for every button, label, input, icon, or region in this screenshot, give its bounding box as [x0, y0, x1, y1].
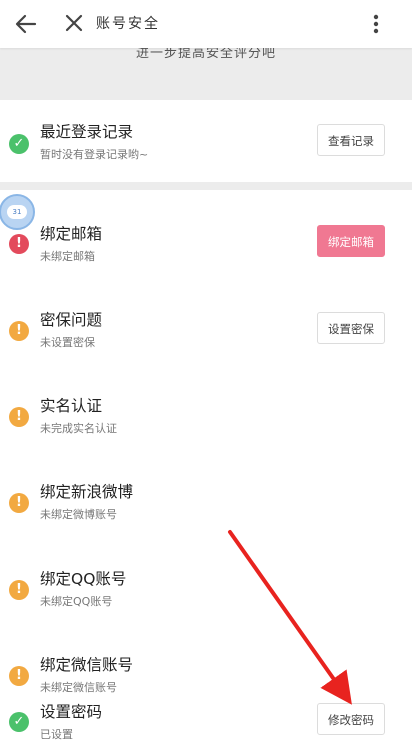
close-icon[interactable]: [60, 9, 88, 37]
exclamation-icon: !: [9, 321, 29, 341]
row-title: 绑定新浪微博: [40, 483, 134, 501]
row-title: 最近登录记录: [40, 123, 134, 141]
exclamation-icon: !: [9, 234, 29, 254]
check-icon: ✓: [9, 712, 29, 732]
exclamation-icon: !: [9, 493, 29, 513]
row-subtitle: 未绑定邮箱: [40, 250, 95, 263]
set-security-question-button[interactable]: 设置密保: [317, 312, 385, 344]
login-record-card: ✓ 最近登录记录 暂时没有登录记录哟~ 查看记录: [0, 100, 412, 182]
arrow-left-icon[interactable]: [10, 8, 42, 40]
row-set-password: ✓ 设置密码 已设置 修改密码: [0, 690, 412, 755]
row-real-name: ! 实名认证 未完成实名认证: [0, 363, 412, 447]
avatar-badge: 31: [7, 205, 27, 219]
exclamation-icon: !: [9, 407, 29, 427]
security-items-card: ! 绑定邮箱 未绑定邮箱 绑定邮箱 ! 密保问题 未设置密保 设置密保 ! 实名…: [0, 190, 412, 755]
view-records-button[interactable]: 查看记录: [317, 124, 385, 156]
page-title: 账号安全: [96, 16, 160, 32]
row-security-question: ! 密保问题 未设置密保 设置密保: [0, 276, 412, 360]
row-title: 密保问题: [40, 311, 103, 329]
row-subtitle: 暂时没有登录记录哟~: [40, 148, 149, 161]
top-bar: 账号安全: [0, 0, 412, 48]
row-title: 绑定QQ账号: [40, 570, 127, 588]
row-subtitle: 未设置密保: [40, 336, 95, 349]
row-title: 设置密码: [40, 703, 103, 721]
row-subtitle: 已设置: [40, 728, 73, 741]
row-title: 绑定微信账号: [40, 656, 134, 674]
bind-email-button[interactable]: 绑定邮箱: [317, 225, 385, 257]
row-subtitle: 未绑定QQ账号: [40, 595, 113, 608]
row-bind-email: ! 绑定邮箱 未绑定邮箱 绑定邮箱: [0, 190, 412, 274]
row-subtitle: 未完成实名认证: [40, 422, 117, 435]
banner-text: 进一步提高安全评分吧: [135, 48, 276, 61]
row-title: 实名认证: [40, 397, 103, 415]
exclamation-icon: !: [9, 580, 29, 600]
row-bind-qq: ! 绑定QQ账号 未绑定QQ账号: [0, 536, 412, 620]
exclamation-icon: !: [9, 666, 29, 686]
row-bind-weibo: ! 绑定新浪微博 未绑定微博账号: [0, 450, 412, 534]
row-title: 绑定邮箱: [40, 225, 103, 243]
row-login-record: ✓ 最近登录记录 暂时没有登录记录哟~ 查看记录: [0, 100, 412, 184]
floating-assistant-avatar[interactable]: 31: [0, 194, 35, 230]
security-tip-banner: 进一步提高安全评分吧: [0, 48, 412, 98]
row-subtitle: 未绑定微博账号: [40, 508, 117, 521]
more-vertical-icon[interactable]: [368, 10, 384, 38]
change-password-button[interactable]: 修改密码: [317, 703, 385, 735]
check-icon: ✓: [9, 134, 29, 154]
